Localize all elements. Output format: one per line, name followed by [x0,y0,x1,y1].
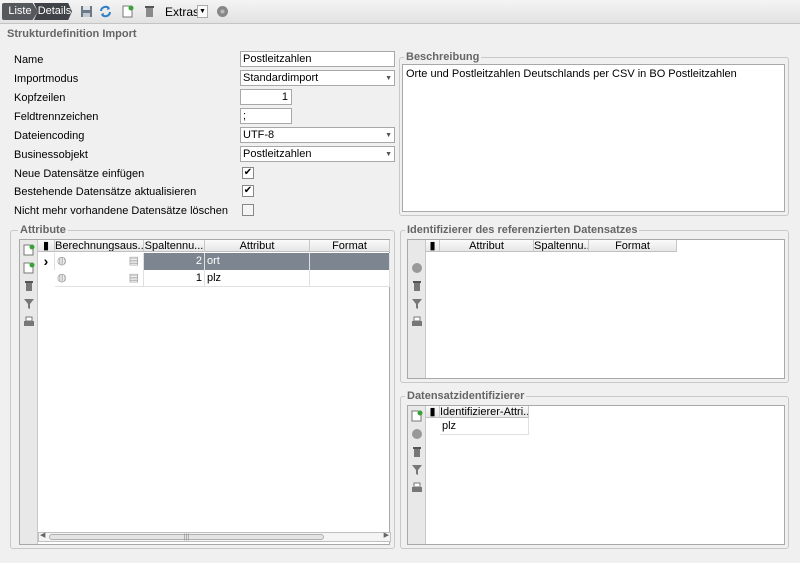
save-icon[interactable] [80,5,93,18]
beschreibung-title: Beschreibung [404,51,482,63]
copy-row-icon[interactable] [23,262,35,274]
breadcrumb-liste[interactable]: Liste [2,3,38,20]
dateiencoding-value: UTF-8 [243,129,275,141]
header-attribut[interactable]: Attribut [440,240,534,252]
attribute-title: Attribute [18,224,68,236]
copy-row-icon[interactable] [411,428,423,440]
new-row-icon[interactable] [411,410,423,422]
print-icon[interactable] [411,316,423,328]
identifizierer-grid: ▮ Attribut Spaltennu... Format [407,239,785,379]
chevron-down-icon: ▼ [385,132,392,139]
copy-row-icon[interactable] [411,262,423,274]
delete-icon[interactable] [411,446,423,458]
scroll-right-icon[interactable]: ▶ [384,531,389,539]
businessobjekt-label: Businessobjekt [14,149,88,161]
filter-icon[interactable] [23,298,35,310]
header-spaltennummer[interactable]: Spaltennu... [144,240,205,252]
cell-spaltennummer[interactable]: 1 [144,270,205,287]
delete-icon[interactable] [411,280,423,292]
row-formula-icon[interactable]: ◍ ▤ [55,253,144,270]
chevron-down-icon[interactable]: ▼ [197,5,208,18]
header-attribut[interactable]: Attribut [205,240,310,252]
horizontal-scrollbar[interactable]: ◀ ||| ▶ [38,532,391,542]
cell-attribut[interactable]: ort [205,253,310,270]
row-formula-icon[interactable]: ◍ ▤ [55,270,144,287]
neue-datensaetze-checkbox[interactable]: ✔ [242,167,254,179]
nicht-mehr-vorhandene-checkbox[interactable] [242,204,254,216]
cell-spaltennummer[interactable]: 2 [144,253,205,270]
scrollbar-thumb[interactable]: ||| [49,534,324,541]
name-field[interactable]: Postleitzahlen [240,51,395,67]
nicht-mehr-vorhandene-label: Nicht mehr vorhandene Datensätze löschen [14,205,229,217]
filter-icon[interactable] [411,464,423,476]
print-icon[interactable] [411,482,423,494]
new-row-icon[interactable] [23,244,35,256]
importmodus-select[interactable]: Standardimport ▼ [240,70,395,86]
businessobjekt-select[interactable]: Postleitzahlen ▼ [240,146,395,162]
identifizierer-title: Identifizierer des referenzierten Datens… [405,224,640,236]
column-chooser-icon[interactable]: ▮ [426,406,440,418]
info-icon[interactable] [216,5,229,18]
column-chooser-icon[interactable]: ▮ [426,240,440,252]
filter-icon[interactable] [411,298,423,310]
toolbar: Liste Details Extras ▼ [0,0,800,24]
section-title: Strukturdefinition Import [7,28,137,40]
cell-format[interactable] [310,270,390,287]
grid-toolbar [408,240,426,378]
dateiencoding-label: Dateiencoding [14,130,85,142]
column-chooser-icon[interactable]: ▮ [38,240,55,252]
kopfzeilen-field[interactable]: 1 [240,89,292,105]
scroll-left-icon[interactable]: ◀ [40,531,45,539]
cell-format[interactable] [310,253,390,270]
cell-identifizierer-attribut[interactable]: plz [440,418,529,435]
header-spaltennummer[interactable]: Spaltennu... [534,240,589,252]
refresh-icon[interactable] [99,5,112,18]
neue-datensaetze-label: Neue Datensätze einfügen [14,168,145,180]
businessobjekt-value: Postleitzahlen [243,148,312,160]
datensatzidentifizierer-grid: ▮ Identifizierer-Attri... plz [407,405,785,545]
bestehende-datensaetze-label: Bestehende Datensätze aktualisieren [14,186,197,198]
bestehende-datensaetze-checkbox[interactable]: ✔ [242,185,254,197]
cell-attribut[interactable]: plz [205,270,310,287]
extras-menu[interactable]: Extras [165,5,199,19]
grid-toolbar [20,240,38,544]
kopfzeilen-label: Kopfzeilen [14,92,66,104]
chevron-down-icon: ▼ [385,75,392,82]
print-icon[interactable] [23,316,35,328]
chevron-down-icon: ▼ [385,151,392,158]
feldtrennzeichen-field[interactable]: ; [240,108,292,124]
row-pointer-icon: › [38,253,55,270]
dateiencoding-select[interactable]: UTF-8 ▼ [240,127,395,143]
grid-toolbar [408,406,426,544]
datensatzidentifizierer-title: Datensatzidentifizierer [405,390,527,402]
attribute-grid: ▮ Berechnungsaus... Spaltennu... Attribu… [19,239,391,545]
header-format[interactable]: Format [589,240,677,252]
delete-icon[interactable] [23,280,35,292]
beschreibung-textarea[interactable]: Orte und Postleitzahlen Deutschlands per… [402,64,785,212]
header-identifizierer-attribut[interactable]: Identifizierer-Attri... [440,406,529,418]
name-label: Name [14,54,44,66]
delete-icon[interactable] [143,5,156,18]
importmodus-value: Standardimport [243,72,319,84]
new-document-icon[interactable] [121,5,134,18]
breadcrumb-details[interactable]: Details [34,3,72,20]
feldtrennzeichen-label: Feldtrennzeichen [14,111,99,123]
importmodus-label: Importmodus [14,73,79,85]
header-berechnungsausdruck[interactable]: Berechnungsaus... [55,240,144,252]
header-format[interactable]: Format [310,240,390,252]
